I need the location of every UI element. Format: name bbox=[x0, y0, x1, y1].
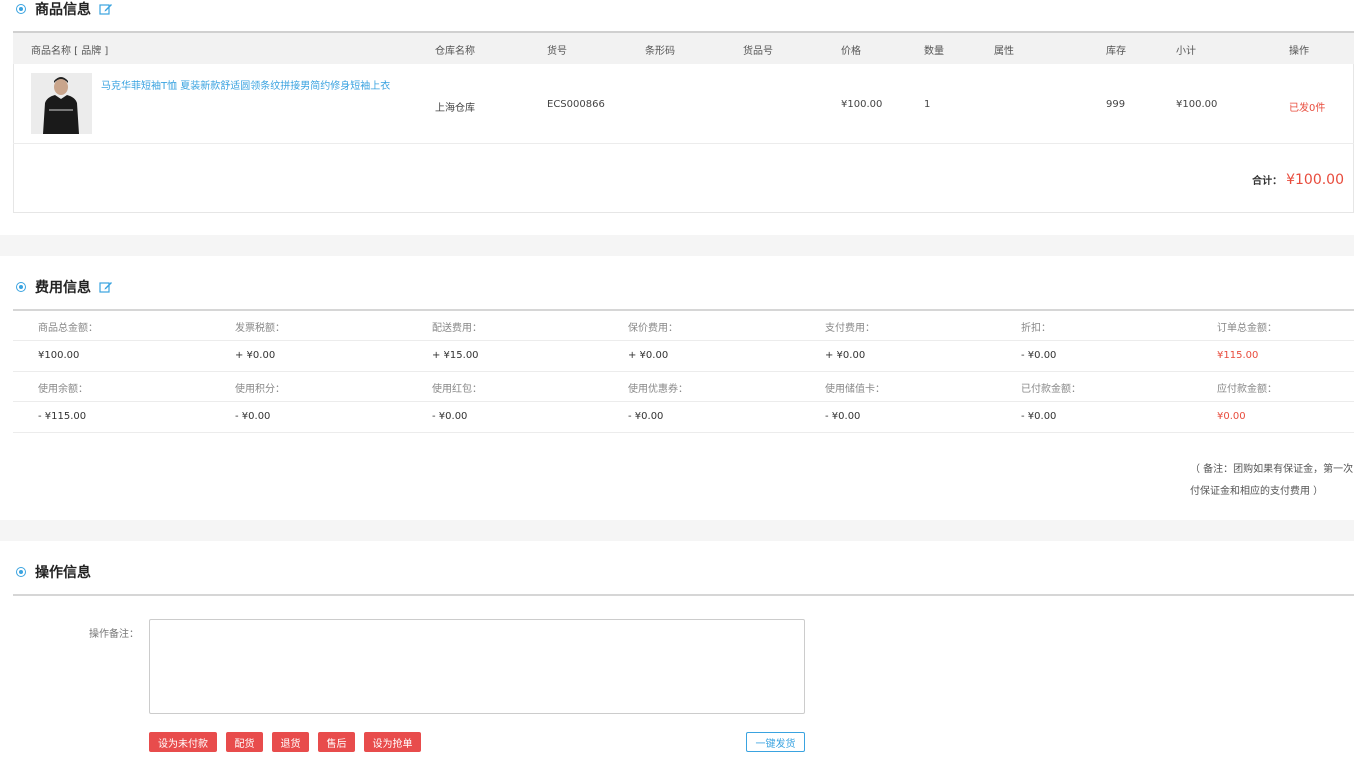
radio-dot-icon bbox=[16, 4, 26, 14]
fee-value-order-total: ¥115.00 bbox=[1217, 350, 1259, 361]
total-label: 合计： bbox=[1252, 176, 1283, 187]
fee-label-invoice-tax: 发票税额： bbox=[235, 323, 285, 334]
fee-value-points-used: - ¥0.00 bbox=[235, 411, 271, 422]
col-header-warehouse: 仓库名称 bbox=[435, 46, 475, 57]
fee-value-insurance: + ¥0.00 bbox=[628, 350, 669, 361]
fee-value-payment: + ¥0.00 bbox=[825, 350, 866, 361]
product-name-link[interactable]: 马克华菲短袖T恤 夏装新款舒适圆领条纹拼接男简约修身短袖上衣 bbox=[101, 77, 390, 92]
fee-label-payment: 支付费用： bbox=[825, 323, 875, 334]
fee-value-amount-due: ¥0.00 bbox=[1217, 411, 1246, 422]
remark-label: 操作备注： bbox=[89, 629, 139, 640]
fee-label-goods-total: 商品总金额： bbox=[38, 323, 98, 334]
edit-icon[interactable] bbox=[99, 280, 113, 294]
col-header-sku: 货号 bbox=[547, 46, 567, 57]
fee-value-bonus-used: - ¥0.00 bbox=[432, 411, 468, 422]
row-divider bbox=[13, 143, 1354, 144]
col-header-quantity: 数量 bbox=[924, 46, 944, 57]
fee-label-shipping: 配送费用： bbox=[432, 323, 482, 334]
fee-value-goods-total: ¥100.00 bbox=[38, 350, 80, 361]
fee-label-points-used: 使用积分： bbox=[235, 384, 285, 395]
fee-label-stored-card-used: 使用储值卡： bbox=[825, 384, 885, 395]
cell-action-shipped[interactable]: 已发0件 bbox=[1289, 99, 1325, 114]
cell-sku: ECS000866 bbox=[547, 99, 605, 110]
one-click-ship-button[interactable]: 一键发货 bbox=[746, 732, 805, 752]
ops-section-header: 操作信息 bbox=[16, 563, 91, 581]
cell-stock: 999 bbox=[1106, 99, 1126, 110]
radio-dot-icon bbox=[16, 567, 26, 577]
fee-value-stored-card-used: - ¥0.00 bbox=[825, 411, 861, 422]
cell-warehouse: 上海仓库 bbox=[435, 103, 475, 114]
total-value: ¥100.00 bbox=[1286, 172, 1344, 188]
set-grab-order-button[interactable]: 设为抢单 bbox=[364, 732, 421, 752]
row-divider bbox=[13, 401, 1354, 402]
col-header-action: 操作 bbox=[1289, 46, 1309, 57]
fee-value-invoice-tax: + ¥0.00 bbox=[235, 350, 276, 361]
col-header-product-no: 货品号 bbox=[743, 46, 773, 57]
fee-value-paid-amount: - ¥0.00 bbox=[1021, 411, 1057, 422]
product-thumbnail[interactable] bbox=[31, 73, 92, 134]
col-header-stock: 库存 bbox=[1106, 46, 1126, 57]
fee-label-balance-used: 使用余额： bbox=[38, 384, 88, 395]
fee-value-coupon-used: - ¥0.00 bbox=[628, 411, 664, 422]
fee-table-top-border bbox=[13, 309, 1354, 311]
fee-value-shipping: + ¥15.00 bbox=[432, 350, 479, 361]
return-button[interactable]: 退货 bbox=[272, 732, 309, 752]
goods-table-header bbox=[13, 31, 1354, 64]
col-header-attributes: 属性 bbox=[994, 46, 1014, 57]
allocate-button[interactable]: 配货 bbox=[226, 732, 263, 752]
edit-icon[interactable] bbox=[99, 2, 113, 16]
after-sales-button[interactable]: 售后 bbox=[318, 732, 355, 752]
remark-textarea[interactable] bbox=[149, 619, 805, 714]
ops-divider bbox=[13, 594, 1354, 596]
set-unpaid-button[interactable]: 设为未付款 bbox=[149, 732, 217, 752]
section-spacer bbox=[0, 235, 1354, 256]
section-spacer bbox=[0, 520, 1354, 541]
col-header-barcode: 条形码 bbox=[645, 46, 675, 57]
fee-label-amount-due: 应付款金额： bbox=[1217, 384, 1277, 395]
fee-section-header: 费用信息 bbox=[16, 278, 113, 296]
fee-label-discount: 折扣： bbox=[1021, 323, 1051, 334]
goods-section-title: 商品信息 bbox=[35, 2, 91, 18]
cell-subtotal: ¥100.00 bbox=[1176, 99, 1218, 110]
goods-section-header: 商品信息 bbox=[16, 0, 113, 18]
fee-value-balance-used: - ¥115.00 bbox=[38, 411, 87, 422]
fee-section-title: 费用信息 bbox=[35, 280, 91, 296]
col-header-subtotal: 小计 bbox=[1176, 46, 1196, 57]
cell-price: ¥100.00 bbox=[841, 99, 883, 110]
goods-total: 合计： ¥100.00 bbox=[1252, 172, 1344, 188]
fee-value-discount: - ¥0.00 bbox=[1021, 350, 1057, 361]
fee-note-line2: 付保证金和相应的支付费用 ） bbox=[1190, 486, 1324, 497]
fee-label-coupon-used: 使用优惠券： bbox=[628, 384, 688, 395]
ops-section-title: 操作信息 bbox=[35, 565, 91, 581]
row-divider bbox=[13, 340, 1354, 341]
fee-note-line1: （ 备注：团购如果有保证金，第一次 bbox=[1190, 464, 1354, 475]
row-divider bbox=[13, 371, 1354, 372]
col-header-name: 商品名称 [ 品牌 ] bbox=[31, 46, 109, 57]
radio-dot-icon bbox=[16, 282, 26, 292]
fee-label-paid-amount: 已付款金额： bbox=[1021, 384, 1081, 395]
fee-label-bonus-used: 使用红包： bbox=[432, 384, 482, 395]
fee-label-order-total: 订单总金额： bbox=[1217, 323, 1277, 334]
cell-quantity: 1 bbox=[924, 99, 931, 110]
fee-label-insurance: 保价费用： bbox=[628, 323, 678, 334]
row-divider bbox=[13, 432, 1354, 433]
col-header-price: 价格 bbox=[841, 46, 861, 57]
